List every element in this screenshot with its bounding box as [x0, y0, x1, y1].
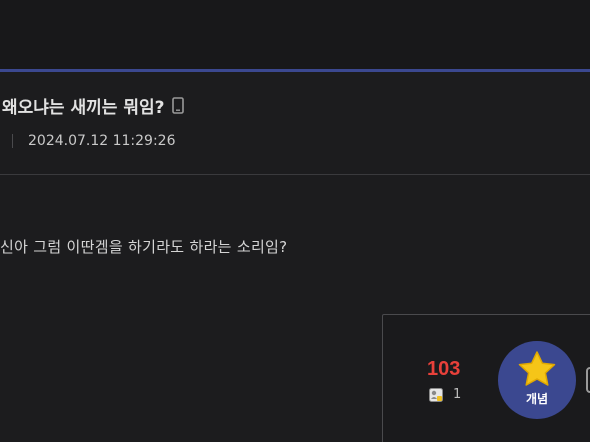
post-title-text: 왜오냐는 새끼는 뭐임? [2, 98, 165, 118]
post-datetime: 2024.07.12 11:29:26 [28, 133, 176, 149]
recommend-button[interactable]: 개념 [498, 341, 576, 419]
vote-count: 103 [427, 358, 461, 380]
recommend-label: 개념 [525, 391, 549, 406]
fixed-count-value: 1 [453, 387, 462, 402]
accent-divider [0, 69, 590, 72]
star-icon [518, 350, 556, 386]
post-meta: 2024.07.12 11:29:26 [0, 131, 176, 151]
post-body: 신아 그럼 이딴겜을 하기라도 하라는 소리임? [0, 238, 288, 256]
post-title: 왜오냐는 새끼는 뭐임? [2, 93, 185, 118]
meta-divider [12, 134, 13, 148]
top-bar [0, 0, 590, 69]
header-divider [0, 174, 590, 175]
post-view-page: 왜오냐는 새끼는 뭐임? 2024.07.12 11:29:26 신아 그럼 이… [0, 0, 590, 442]
mobile-phone-icon [172, 97, 185, 114]
next-vote-button[interactable] [586, 367, 590, 393]
fixed-user-icon [429, 387, 443, 402]
fixed-user-count: 1 [429, 387, 461, 402]
